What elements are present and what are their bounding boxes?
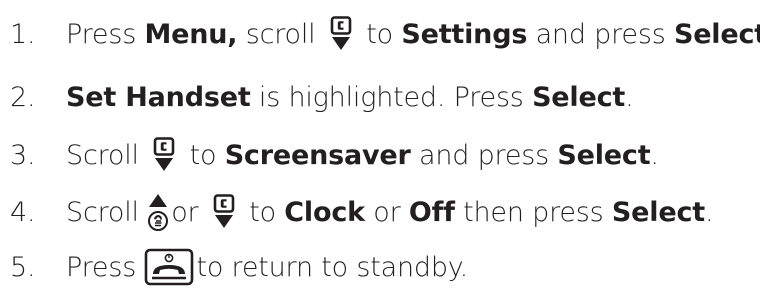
step-number: 2.	[10, 81, 36, 113]
step-text: .	[625, 81, 634, 113]
step-text: Press	[66, 18, 145, 50]
scroll-down-icon	[329, 16, 353, 52]
end-call-key-icon	[144, 248, 194, 286]
clock-option-label: Clock	[284, 196, 365, 228]
step-text: Scroll	[66, 139, 148, 171]
scroll-up-icon	[147, 192, 169, 232]
step-text: is highlighted. Press	[250, 81, 533, 113]
step-1: 1. Press Menu, scroll to Settings and pr…	[10, 6, 760, 62]
scroll-down-icon	[152, 137, 176, 173]
select-key-label: Select	[557, 139, 651, 171]
step-text: and press	[527, 18, 674, 50]
scroll-down-icon	[212, 194, 236, 230]
step-text: and press	[410, 139, 558, 171]
step-text: to	[181, 139, 225, 171]
settings-menu-label: Settings	[401, 18, 528, 50]
step-text: to return to standby.	[196, 251, 469, 283]
instruction-steps: 1. Press Menu, scroll to Settings and pr…	[0, 0, 760, 294]
step-number: 3.	[10, 139, 36, 171]
select-key-label: Select	[532, 81, 626, 113]
select-key-label: Select	[611, 196, 705, 228]
step-text: or	[171, 196, 207, 228]
step-text: Scroll	[66, 196, 148, 228]
step-text: Press	[66, 251, 145, 283]
step-4: 4. Scroll or to Clock or Off then press …	[10, 184, 714, 240]
step-text: .	[650, 139, 659, 171]
off-option-label: Off	[408, 196, 455, 228]
step-text: .	[704, 196, 714, 228]
set-handset-label: Set Handset	[66, 81, 251, 113]
menu-key-label: Menu,	[144, 18, 238, 50]
step-number: 5.	[10, 251, 36, 283]
step-2: 2. Set Handset is highlighted. Press Sel…	[10, 69, 634, 125]
step-number: 1.	[10, 18, 36, 50]
step-text: to	[357, 18, 402, 50]
step-text: to	[240, 196, 285, 228]
step-text: or	[364, 196, 409, 228]
step-3: 3. Scroll to Screensaver and press Selec…	[10, 127, 659, 183]
step-text: then press	[454, 196, 612, 228]
step-5: 5. Press to return to standby.	[10, 239, 468, 295]
step-number: 4.	[10, 196, 36, 228]
select-key-label: Select	[673, 18, 760, 50]
screensaver-menu-label: Screensaver	[224, 139, 411, 171]
step-text: scroll	[237, 18, 324, 50]
